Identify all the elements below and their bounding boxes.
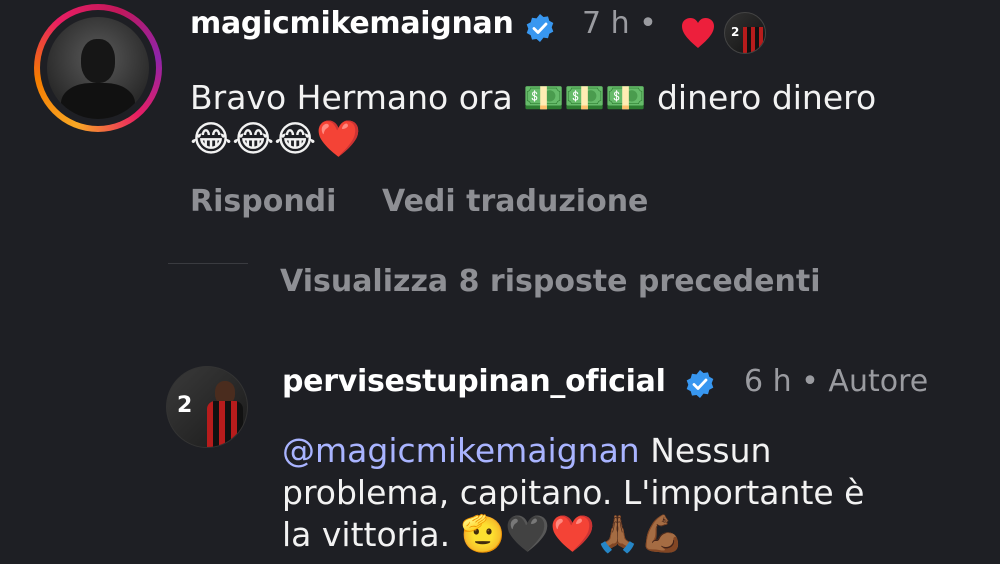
verified-badge-icon bbox=[686, 370, 714, 398]
reply-button[interactable]: Rispondi bbox=[190, 184, 336, 219]
avatar-image bbox=[47, 17, 149, 119]
avatar-magicmikemaignan[interactable] bbox=[34, 4, 162, 132]
mention-link[interactable]: @magicmikemaignan bbox=[282, 431, 640, 470]
comment-time: 7 h • bbox=[582, 6, 657, 41]
reply-username[interactable]: pervisestupinan_oficial bbox=[282, 364, 666, 399]
reply-time: 6 h • Autore bbox=[744, 364, 929, 399]
reply-text: @magicmikemaignan Nessun problema, capit… bbox=[282, 431, 865, 555]
replies-divider bbox=[168, 263, 248, 264]
verified-badge-icon bbox=[526, 14, 554, 42]
comment-username[interactable]: magicmikemaignan bbox=[190, 6, 514, 41]
avatar-pervisestupinan[interactable]: 2 bbox=[166, 366, 248, 448]
see-translation-button[interactable]: Vedi traduzione bbox=[382, 184, 648, 219]
comment-text: Bravo Hermano ora 💵💵💵 dinero dinero 😂😂😂❤… bbox=[190, 78, 877, 160]
author-like-avatar: 2 bbox=[724, 12, 766, 54]
author-label: Autore bbox=[828, 364, 929, 399]
view-previous-replies-button[interactable]: Visualizza 8 risposte precedenti bbox=[280, 264, 820, 299]
like-heart-icon[interactable] bbox=[680, 16, 716, 50]
